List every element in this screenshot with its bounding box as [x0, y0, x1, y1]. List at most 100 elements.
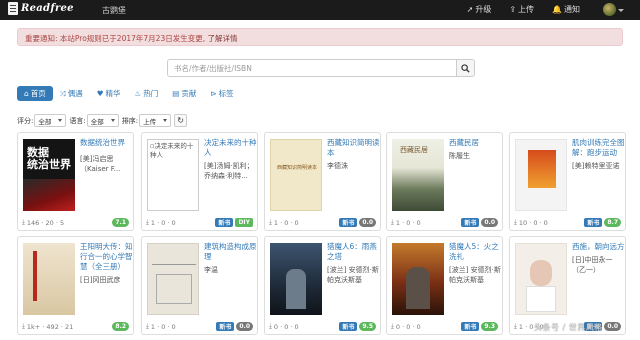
- tab-random[interactable]: ⤨ 偶遇: [53, 86, 90, 101]
- book-card[interactable]: 西藏知识简明读本 西藏知识简明读本 李德洙 ⤓ 1 · 0 · 0 新书 0.0: [264, 132, 381, 231]
- tab-contrib[interactable]: ▤ 贡献: [165, 86, 203, 101]
- upgrade-label: 升级: [475, 5, 492, 14]
- tab-label: 精华: [105, 89, 121, 98]
- book-cover[interactable]: ▫决定未来的十种人: [147, 139, 199, 211]
- tab-featured[interactable]: ♥ 精华: [90, 86, 128, 101]
- book-title[interactable]: 数据统治世界: [80, 138, 133, 148]
- new-badge: 新书: [215, 218, 234, 227]
- book-cover[interactable]: [392, 243, 444, 315]
- book-title[interactable]: 西藏知识简明读本: [327, 138, 380, 158]
- notifications-link[interactable]: 🔔 通知: [552, 4, 580, 15]
- upload-label: 上传: [518, 5, 535, 14]
- alert-details-link[interactable]: 了解详情: [207, 34, 237, 43]
- tab-label: 标签: [218, 89, 234, 98]
- upload-icon: ⇪: [509, 5, 517, 14]
- download-icon: ⤓: [269, 322, 272, 330]
- tab-tags[interactable]: ⊳ 标签: [203, 86, 240, 101]
- rating-label: 评分:: [17, 116, 34, 125]
- new-badge: 新书: [339, 322, 358, 331]
- book-card[interactable]: 数据 统治世界 数据统治世界 [美]冯启思（Kaiser F... ⤓ 146 · …: [17, 132, 134, 231]
- stats-text: 1 · 0 · 0: [150, 218, 176, 227]
- badges: 新书 8.7: [584, 218, 621, 227]
- book-cover[interactable]: 西藏知识简明读本: [270, 139, 322, 211]
- book-logo-icon: [8, 2, 18, 15]
- refresh-button[interactable]: ↻: [174, 114, 188, 127]
- book-title[interactable]: 建筑构造构成原理: [204, 242, 257, 262]
- search-icon: [461, 63, 470, 73]
- book-icon: ▤: [172, 89, 180, 98]
- badges: 新书 DIY: [215, 218, 253, 227]
- chevron-down-icon: [163, 119, 168, 122]
- book-card[interactable]: 西藏民居 西藏民居 陈履生 ⤓ 1 · 0 · 0 新书 0.0: [386, 132, 503, 231]
- book-title[interactable]: 猎魔人5：火之洗礼: [449, 242, 502, 262]
- sort-select[interactable]: 上传: [139, 114, 172, 127]
- book-card[interactable]: 肌肉训练完全图解：跑步运动 [美]赖特里亚诺 ⤓ 10 · 0 · 0 新书 8.7: [509, 132, 626, 231]
- bell-icon: 🔔: [552, 5, 562, 14]
- stats-text: 1k+ · 492 · 21: [26, 322, 74, 331]
- tag-icon: ⊳: [210, 89, 217, 98]
- book-cover[interactable]: [515, 139, 567, 211]
- book-card[interactable]: ▫决定未来的十种人 决定未来的十种人 [美]汤姆·凯利；乔纳森·利特... ⤓ 1…: [141, 132, 258, 231]
- book-author: [波兰] 安德烈·斯帕克沃斯基: [327, 266, 379, 284]
- search-input[interactable]: 书名/作者/出版社/ISBN: [167, 59, 457, 77]
- refresh-icon: ↻: [177, 116, 184, 125]
- book-author: [波兰] 安德烈·斯帕克沃斯基: [449, 266, 501, 284]
- book-card[interactable]: 西施，朝向远方 [日]中田永一（乙一） ⤓ 1 · 0 · 0 新书 0.0: [509, 236, 626, 335]
- sort-label: 排序:: [121, 116, 139, 125]
- book-title[interactable]: 猎魔人6：雨燕之塔: [327, 242, 380, 262]
- score-badge: 9.3: [481, 322, 498, 331]
- badges: 新书 0.0: [216, 322, 253, 331]
- badges: 8.2: [112, 322, 129, 331]
- upgrade-link[interactable]: ➚ 升级: [467, 4, 492, 15]
- book-cover[interactable]: [23, 243, 75, 315]
- book-title[interactable]: 决定未来的十种人: [204, 138, 257, 158]
- download-icon: ⤓: [146, 218, 149, 226]
- book-stats: ⤓ 1 · 0 · 0: [391, 218, 421, 227]
- book-stats: ⤓ 0 · 0 · 0: [391, 322, 421, 331]
- book-title[interactable]: 西藏民居: [449, 138, 502, 148]
- tab-label: 首页: [30, 89, 46, 98]
- language-value: 全部: [90, 117, 104, 126]
- language-label: 语言:: [69, 116, 86, 125]
- language-select[interactable]: 全部: [86, 114, 119, 127]
- book-stats: ⤓ 1k+ · 492 · 21: [22, 322, 73, 331]
- book-title[interactable]: 西施，朝向远方: [572, 242, 625, 252]
- new-badge: 新书: [461, 218, 480, 227]
- username-link[interactable]: 古鹦堡: [102, 5, 126, 16]
- book-card[interactable]: 猎魔人5：火之洗礼 [波兰] 安德烈·斯帕克沃斯基 ⤓ 0 · 0 · 0 新书 9…: [386, 236, 503, 335]
- sort-value: 上传: [143, 117, 157, 126]
- book-cover[interactable]: [147, 243, 199, 315]
- chevron-down-icon[interactable]: [618, 9, 624, 12]
- book-author: 陈履生: [449, 152, 470, 160]
- stats-text: 0 · 0 · 0: [395, 322, 421, 331]
- book-card[interactable]: 王阳明大传：知行合一的心学智慧（全三册） [日]冈田武彦 ⤓ 1k+ · 492 …: [17, 236, 134, 335]
- notice-alert: 重要通知: 本站Pro规则已于2017年7月23日发生变更, 了解详情: [17, 28, 623, 46]
- home-icon: ⌂: [24, 89, 29, 98]
- book-card[interactable]: 建筑构造构成原理 李温 ⤓ 1 · 0 · 0 新书 0.0: [141, 236, 258, 335]
- book-cover[interactable]: [515, 243, 567, 315]
- book-author: [美]冯启思（Kaiser F...: [80, 155, 121, 173]
- download-icon: ⤓: [22, 218, 25, 226]
- book-cover[interactable]: [270, 243, 322, 315]
- brand[interactable]: Readfree: [8, 2, 74, 15]
- download-icon: ⤓: [391, 218, 394, 226]
- rating-select[interactable]: 全部: [34, 114, 67, 127]
- tab-home[interactable]: ⌂ 首页: [17, 86, 53, 101]
- cover-alt-text: 决定未来的十种人: [150, 142, 194, 159]
- search-button[interactable]: [456, 59, 475, 77]
- avatar[interactable]: [603, 3, 616, 16]
- book-stats: ⤓ 1 · 0 · 0: [269, 218, 299, 227]
- upload-link[interactable]: ⇪ 上传: [509, 4, 534, 15]
- chevron-down-icon: [110, 119, 115, 122]
- tab-hot[interactable]: ♨ 热门: [128, 86, 166, 101]
- book-cover[interactable]: 西藏民居: [392, 139, 444, 211]
- score-badge: 7.1: [112, 218, 129, 227]
- watermark: 头条号 / 世界风格: [534, 323, 603, 332]
- book-card[interactable]: 猎魔人6：雨燕之塔 [波兰] 安德烈·斯帕克沃斯基 ⤓ 0 · 0 · 0 新书 9…: [264, 236, 381, 335]
- score-badge: 0.0: [481, 218, 498, 227]
- flame-icon: ♨: [134, 89, 142, 98]
- nav-tabs: ⌂ 首页 ⤨ 偶遇 ♥ 精华 ♨ 热门 ▤ 贡献 ⊳ 标签: [17, 86, 241, 101]
- book-title[interactable]: 肌肉训练完全图解：跑步运动: [572, 138, 625, 158]
- book-title[interactable]: 王阳明大传：知行合一的心学智慧（全三册）: [80, 242, 133, 272]
- book-cover[interactable]: 数据 统治世界: [23, 139, 75, 211]
